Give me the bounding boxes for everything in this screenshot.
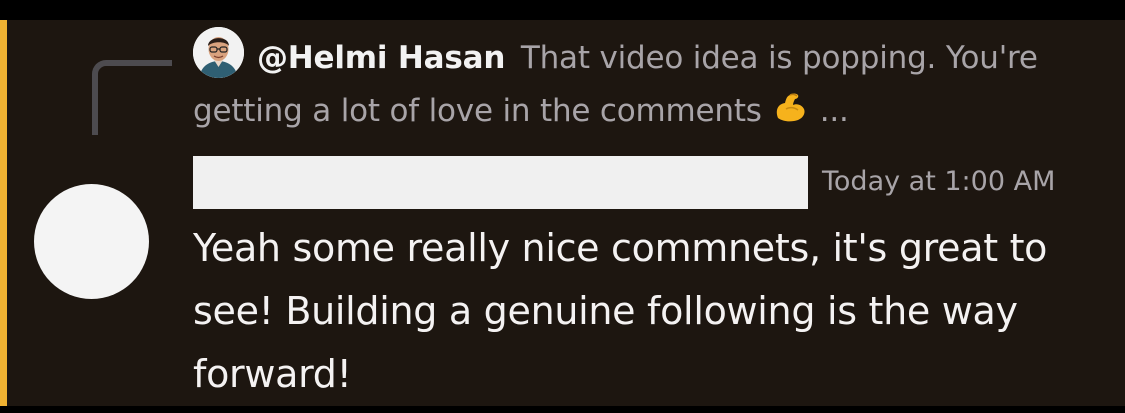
reply-preview[interactable]: @Helmi Hasan That video idea is popping.…: [193, 32, 1073, 144]
flexed-biceps-icon: [770, 87, 810, 144]
mention-highlight-bar: [0, 20, 7, 406]
message-timestamp: Today at 1:00 AM: [822, 166, 1056, 197]
chat-message[interactable]: @Helmi Hasan That video idea is popping.…: [0, 20, 1125, 406]
reply-connector: [92, 60, 172, 135]
message-text: Yeah some really nice commnets, it's gre…: [193, 226, 1048, 396]
chat-screenshot: @Helmi Hasan That video idea is popping.…: [0, 0, 1125, 413]
reply-author-name[interactable]: @Helmi Hasan: [257, 40, 505, 76]
message-author-name-redacted[interactable]: [193, 156, 808, 209]
reply-ellipsis: ...: [819, 93, 849, 129]
message-author-avatar[interactable]: [34, 184, 149, 299]
